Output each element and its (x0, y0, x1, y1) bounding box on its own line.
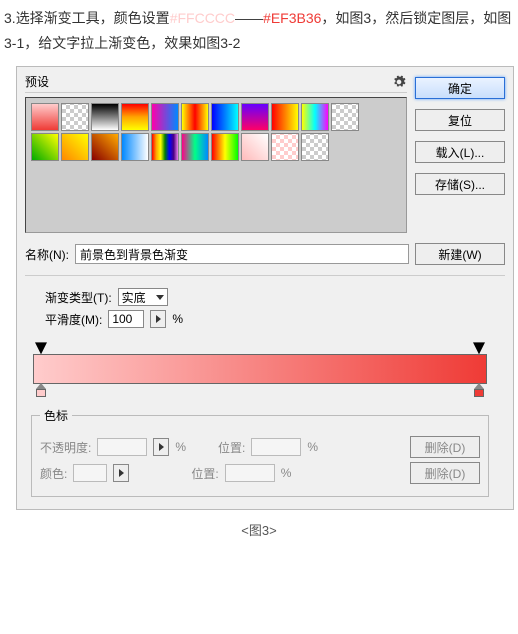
smoothness-label: 平滑度(M): (45, 311, 102, 328)
gradient-type-label: 渐变类型(T): (45, 289, 112, 306)
opacity-label: 不透明度: (40, 439, 91, 456)
triangle-right-icon (156, 315, 161, 323)
preset-swatch[interactable] (241, 133, 269, 161)
delete-color-stop-button: 删除(D) (410, 462, 480, 484)
triangle-right-icon (159, 443, 164, 451)
gear-icon[interactable] (391, 74, 407, 90)
preset-swatch[interactable] (211, 133, 239, 161)
preset-swatch[interactable] (121, 133, 149, 161)
gradient-bar[interactable] (33, 354, 487, 384)
preset-swatch[interactable] (271, 133, 299, 161)
preset-swatch[interactable] (181, 103, 209, 131)
preset-swatch[interactable] (31, 133, 59, 161)
presets-section: 预设 (25, 73, 407, 233)
color-stop-right[interactable] (473, 383, 485, 397)
presets-well[interactable] (25, 97, 407, 233)
hex-color-2: #EF3B36 (263, 10, 321, 26)
name-input[interactable] (75, 244, 409, 264)
gradient-type-select[interactable]: 实底 (118, 288, 168, 306)
save-button[interactable]: 存储(S)... (415, 173, 505, 195)
gradient-editor-dialog: 预设 (16, 66, 514, 510)
smoothness-stepper[interactable] (150, 310, 166, 328)
tutorial-instructions: 3.选择渐变工具，颜色设置#FFCCCC——#EF3B36，如图3，然后锁定图层… (0, 0, 518, 66)
presets-label: 预设 (25, 73, 49, 90)
position-label: 位置: (191, 465, 218, 482)
opacity-stop-right[interactable] (473, 342, 485, 354)
preset-swatch[interactable] (331, 103, 359, 131)
color-stepper (113, 464, 129, 482)
percent-label: % (172, 312, 183, 326)
load-button[interactable]: 载入(L)... (415, 141, 505, 163)
dialog-buttons: 确定 复位 载入(L)... 存储(S)... (415, 77, 505, 195)
reset-button[interactable]: 复位 (415, 109, 505, 131)
ok-button[interactable]: 确定 (415, 77, 505, 99)
delete-opacity-stop-button: 删除(D) (410, 436, 480, 458)
smoothness-input[interactable]: 100 (108, 310, 144, 328)
opacity-stepper (153, 438, 169, 456)
chevron-down-icon (156, 295, 164, 300)
color-swatch-input (73, 464, 107, 482)
color-label: 颜色: (40, 465, 67, 482)
preset-swatch[interactable] (121, 103, 149, 131)
preset-swatch[interactable] (181, 133, 209, 161)
name-label: 名称(N): (25, 246, 69, 263)
preset-swatch[interactable] (31, 103, 59, 131)
preset-swatch[interactable] (301, 133, 329, 161)
opacity-position-input (251, 438, 301, 456)
figure-caption: <图3> (0, 520, 518, 539)
preset-swatch[interactable] (61, 103, 89, 131)
preset-swatch[interactable] (151, 103, 179, 131)
color-stops-fieldset: 色标 不透明度: % 位置: % 删除(D) 颜色: 位置: % (31, 407, 489, 497)
preset-swatch[interactable] (301, 103, 329, 131)
new-button[interactable]: 新建(W) (415, 243, 505, 265)
triangle-right-icon (119, 469, 124, 477)
hex-color-1: #FFCCCC (170, 10, 235, 26)
preset-swatch[interactable] (91, 103, 119, 131)
preset-swatch[interactable] (61, 133, 89, 161)
color-position-input (225, 464, 275, 482)
preset-swatch[interactable] (241, 103, 269, 131)
position-label: 位置: (218, 439, 245, 456)
stops-legend: 色标 (40, 407, 72, 424)
preset-swatch[interactable] (91, 133, 119, 161)
preset-swatch[interactable] (151, 133, 179, 161)
preset-swatch[interactable] (271, 103, 299, 131)
color-stop-left[interactable] (35, 383, 47, 397)
step-number: 3. (4, 10, 16, 26)
opacity-stop-left[interactable] (35, 342, 47, 354)
preset-swatch[interactable] (211, 103, 239, 131)
opacity-input (97, 438, 147, 456)
